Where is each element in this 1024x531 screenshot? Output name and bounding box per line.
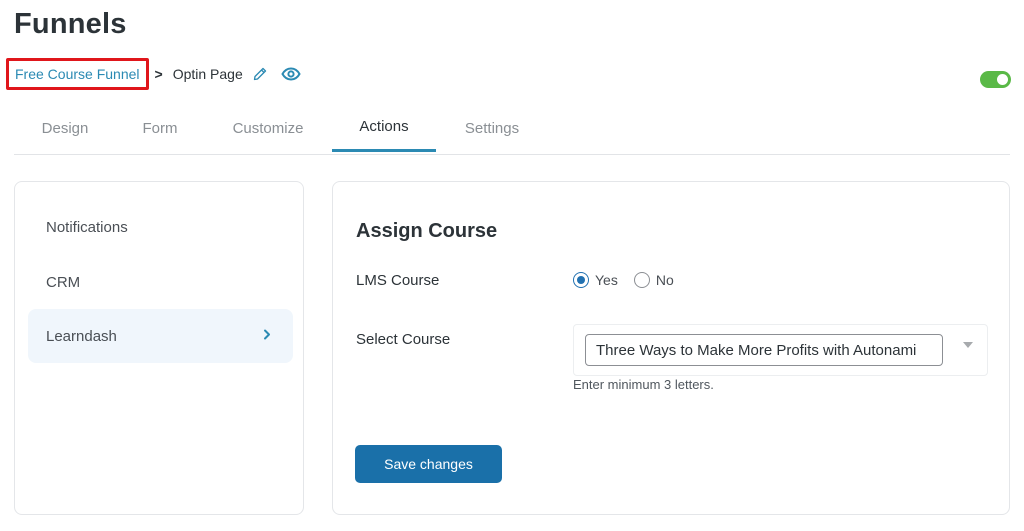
- pencil-icon[interactable]: [252, 66, 268, 82]
- save-changes-button[interactable]: Save changes: [355, 445, 502, 483]
- sidebar-item-label: CRM: [46, 273, 81, 291]
- radio-yes-label: Yes: [595, 272, 618, 288]
- radio-yes-circle[interactable]: [573, 272, 589, 288]
- chevron-right-icon: [263, 328, 271, 345]
- sidebar-item-label: Learndash: [46, 327, 117, 345]
- tab-form[interactable]: Form: [116, 104, 204, 152]
- actions-sidebar: Notifications CRM Learndash: [14, 181, 304, 515]
- tab-bar: Design Form Customize Actions Settings: [14, 104, 1010, 155]
- breadcrumb-separator: >: [154, 66, 163, 82]
- eye-icon[interactable]: [281, 67, 301, 81]
- tab-design[interactable]: Design: [14, 104, 116, 152]
- breadcrumb-current: Optin Page: [172, 66, 243, 82]
- assign-course-panel: Assign Course LMS Course Yes No Select C…: [332, 181, 1010, 515]
- page-title: Funnels: [14, 8, 127, 40]
- radio-no-circle[interactable]: [633, 272, 650, 288]
- breadcrumb-funnel-link[interactable]: Free Course Funnel: [6, 58, 149, 90]
- caret-down-icon[interactable]: [963, 342, 973, 348]
- select-course-label: Select Course: [356, 331, 451, 348]
- tab-customize[interactable]: Customize: [204, 104, 332, 152]
- select-hint: Enter minimum 3 letters.: [573, 377, 714, 392]
- tab-settings[interactable]: Settings: [436, 104, 548, 152]
- sidebar-item-crm[interactable]: CRM: [28, 255, 293, 309]
- sidebar-item-label: Notifications: [46, 218, 128, 236]
- lms-course-radio-group: Yes No: [573, 272, 690, 288]
- breadcrumb: Free Course Funnel > Optin Page: [6, 56, 301, 92]
- radio-no[interactable]: No: [633, 272, 674, 288]
- course-select[interactable]: [573, 324, 988, 376]
- course-search-input[interactable]: [585, 334, 943, 366]
- radio-no-label: No: [655, 272, 674, 288]
- status-toggle[interactable]: [980, 71, 1011, 88]
- sidebar-item-notifications[interactable]: Notifications: [28, 200, 293, 254]
- sidebar-item-learndash[interactable]: Learndash: [28, 309, 293, 363]
- tab-actions[interactable]: Actions: [332, 104, 436, 152]
- lms-course-label: LMS Course: [356, 272, 440, 289]
- panel-title: Assign Course: [356, 220, 498, 242]
- radio-yes[interactable]: Yes: [573, 272, 618, 288]
- toggle-knob: [997, 74, 1008, 85]
